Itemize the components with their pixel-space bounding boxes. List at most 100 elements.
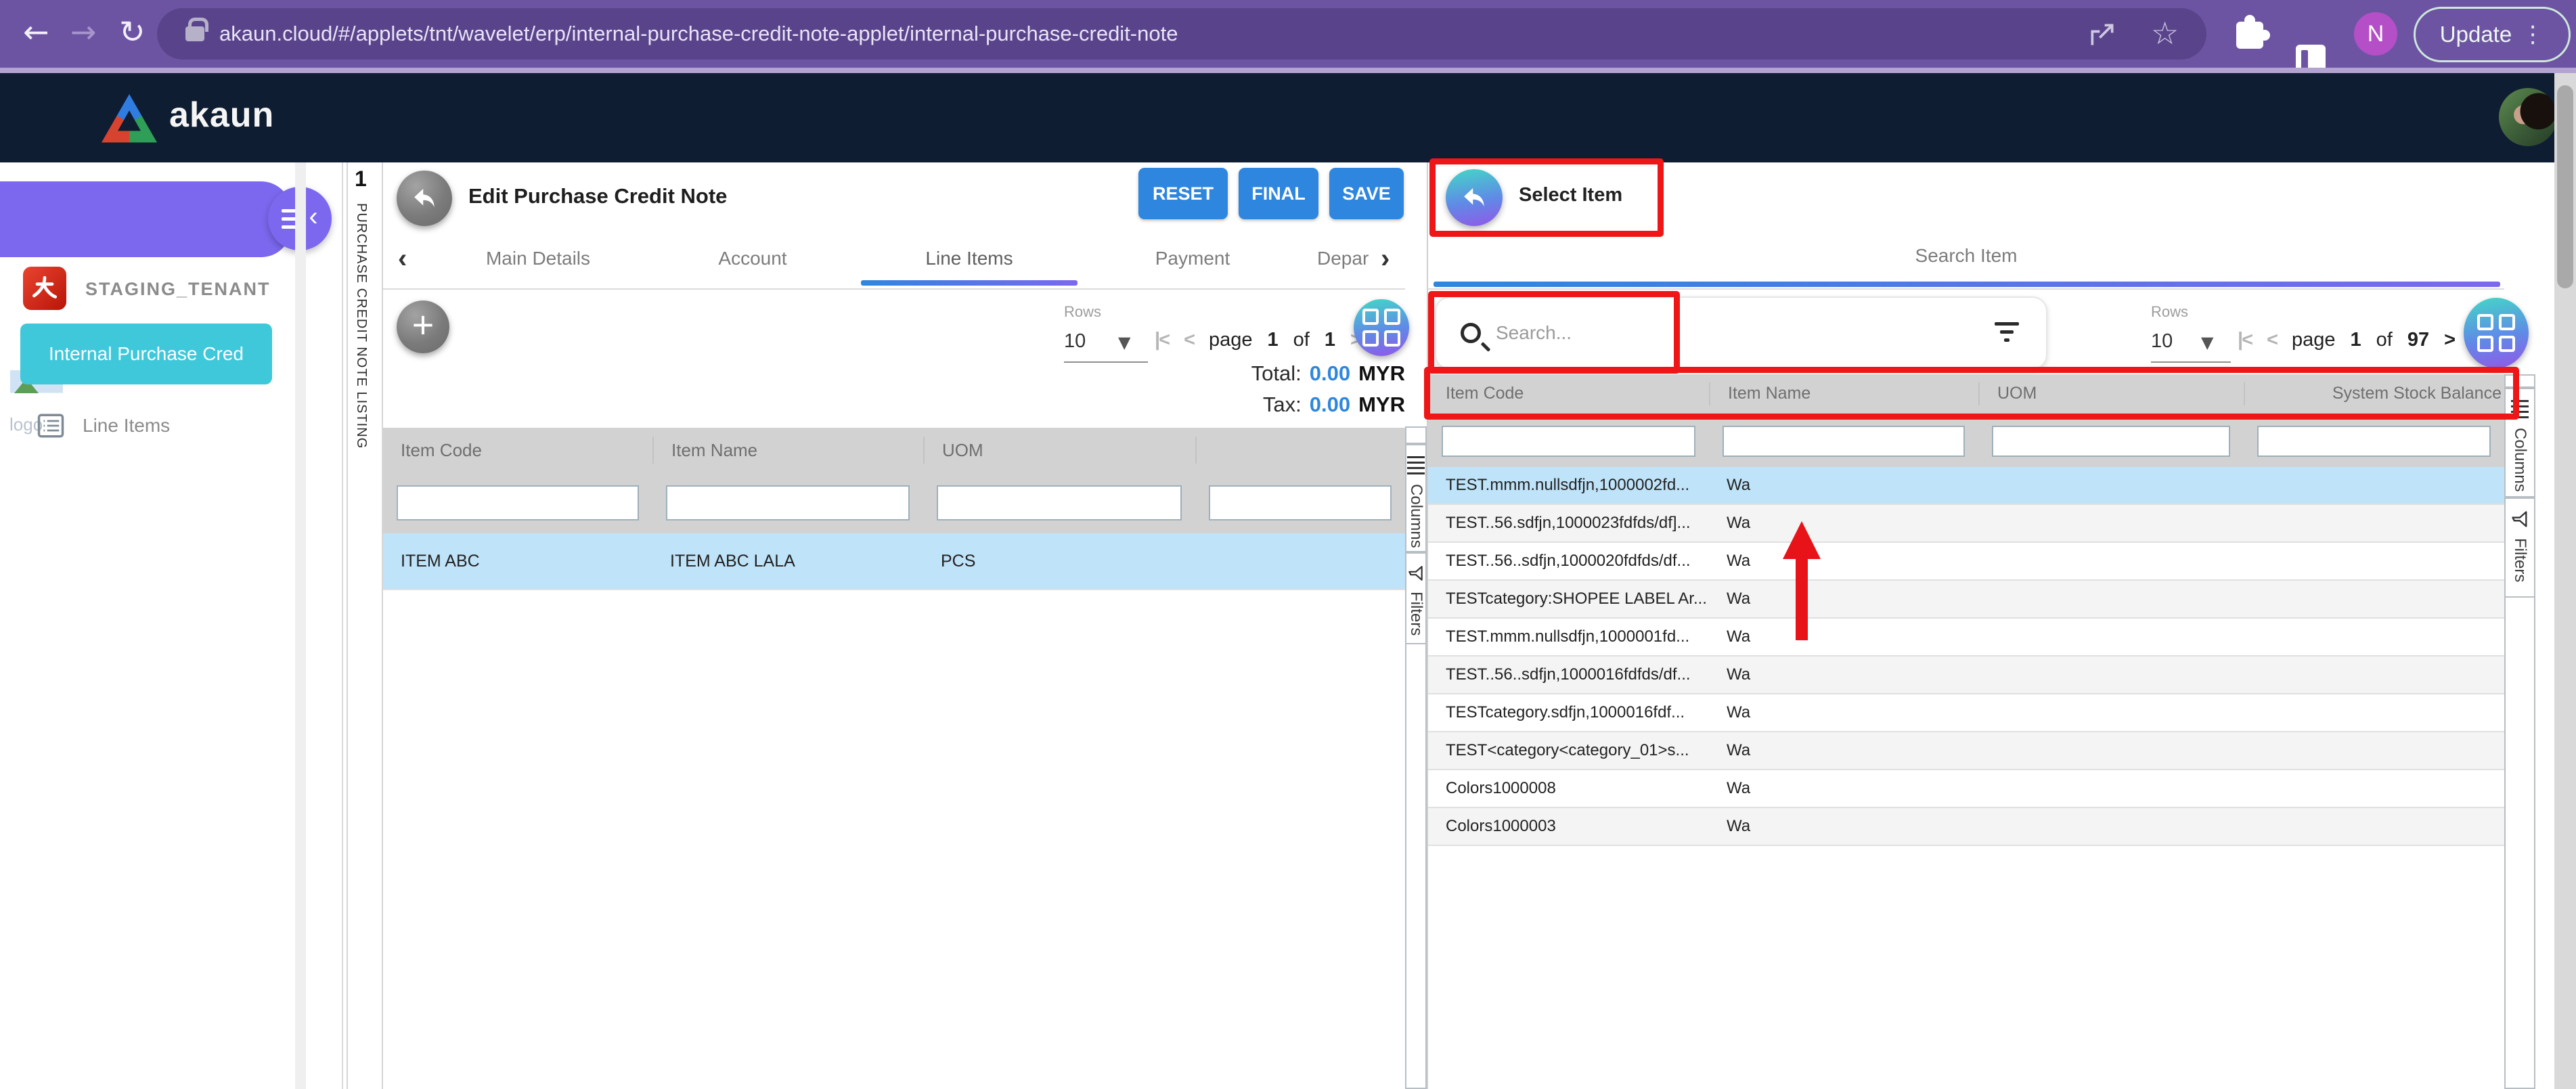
picker-col-uom[interactable]: UOM (1978, 382, 2244, 406)
page-scrollbar-thumb[interactable] (2557, 85, 2573, 288)
line-item-row[interactable]: ITEM ABC ITEM ABC LALA PCS (383, 533, 1405, 590)
filter-extra-input[interactable] (1209, 485, 1392, 520)
sidebar-scrollbar[interactable] (295, 162, 306, 1089)
left-columns-tab[interactable]: Columns (1405, 444, 1427, 552)
first-page-button[interactable]: |< (1155, 329, 1169, 351)
item-code-cell: TEST..56..sdfjn,1000020fdfds/df... (1428, 552, 1709, 571)
picker-grid-icon (2477, 314, 2515, 352)
page-total: 1 (1325, 329, 1335, 351)
browser-bottom-strip (0, 68, 2576, 73)
item-code-cell: TEST.mmm.nullsdfjn,1000001fd... (1428, 627, 1709, 646)
tabs-scroll-right-icon[interactable]: › (1381, 244, 1390, 274)
picker-prev-page-button[interactable]: < (2267, 329, 2277, 351)
tab-account[interactable]: Account (718, 248, 786, 269)
tab-main-details[interactable]: Main Details (486, 248, 590, 269)
tabs-scroll-left-icon[interactable]: ‹ (398, 244, 407, 274)
url-text[interactable]: akaun.cloud/#/applets/tnt/wavelet/erp/in… (219, 22, 1178, 46)
item-row[interactable]: TEST.mmm.nullsdfjn,1000001fd... Wa (1428, 619, 2504, 657)
rows-caret-icon[interactable]: ▼ (1118, 333, 1130, 352)
tab-search-item[interactable]: Search Item (1915, 245, 2018, 267)
right-columns-tab[interactable]: Columns (2504, 388, 2535, 497)
extensions-puzzle-icon[interactable] (2236, 22, 2263, 49)
page-word: page (1209, 329, 1253, 351)
applet-header[interactable]: logo Internal Purchase Credit Note Apple… (0, 181, 291, 257)
item-name-cell: Wa (1709, 703, 1978, 722)
item-code-cell: TEST.mmm.nullsdfjn,1000002fd... (1428, 476, 1709, 495)
share-icon[interactable] (2087, 20, 2117, 50)
picker-rows-select[interactable]: 10 (2151, 330, 2173, 353)
plus-icon: + (412, 306, 435, 344)
filter-item-code-input[interactable] (397, 485, 639, 520)
browser-reload-icon[interactable]: ↻ (119, 16, 146, 47)
brand-name: akaun (169, 95, 274, 135)
item-row[interactable]: Colors1000003 Wa (1428, 808, 2504, 846)
picker-next-page-button[interactable]: > (2444, 329, 2454, 351)
save-button[interactable]: SAVE (1329, 168, 1404, 219)
right-filters-tab[interactable]: Filters (2504, 497, 2535, 598)
address-bar[interactable]: akaun.cloud/#/applets/tnt/wavelet/erp/in… (157, 8, 2206, 60)
item-code-cell: TESTcategory.sdfjn,1000016fdf... (1428, 703, 1709, 722)
col-uom[interactable]: UOM (923, 437, 1195, 464)
picker-col-item-name[interactable]: Item Name (1709, 382, 1978, 406)
tab-line-items[interactable]: Line Items (925, 248, 1013, 269)
search-input[interactable] (1496, 322, 1875, 344)
browser-forward-icon[interactable]: → (70, 16, 97, 47)
item-row[interactable]: TEST..56..sdfjn,1000016fdfds/df... Wa (1428, 657, 2504, 694)
total-currency: MYR (1358, 361, 1405, 386)
layout-grid-button[interactable] (1354, 299, 1409, 356)
picker-filter-item-code-input[interactable] (1442, 426, 1695, 457)
back-button[interactable] (397, 171, 452, 226)
item-row[interactable]: TESTcategory.sdfjn,1000016fdf... Wa (1428, 694, 2504, 732)
sidebar-item-label: Line Items (83, 415, 170, 437)
item-row[interactable]: TESTcategory:SHOPEE LABEL Ar... Wa (1428, 581, 2504, 619)
picker-tabs-divider (1428, 288, 2504, 290)
item-row[interactable]: Colors1000008 Wa (1428, 770, 2504, 808)
tab-department[interactable]: Depar (1317, 248, 1369, 269)
picker-back-button[interactable] (1446, 169, 1503, 226)
browser-menu-icon[interactable]: ⋮ (2521, 21, 2544, 48)
picker-rows-underline (2151, 361, 2231, 363)
add-line-button[interactable]: + (397, 301, 449, 353)
picker-filter-uom-input[interactable] (1992, 426, 2230, 457)
browser-update-button[interactable]: Update ⋮ (2414, 7, 2571, 62)
filter-uom-input[interactable] (937, 485, 1182, 520)
item-name-cell: Wa (1709, 514, 1978, 533)
browser-profile-avatar[interactable]: N (2354, 12, 2397, 55)
item-search-bar[interactable] (1435, 296, 2047, 370)
picker-col-stock-balance[interactable]: System Stock Balance (2244, 382, 2504, 406)
tab-payment[interactable]: Payment (1155, 248, 1230, 269)
browser-back-icon[interactable]: ← (23, 16, 49, 47)
item-row[interactable]: TEST<category<category_01>s... Wa (1428, 732, 2504, 770)
rows-per-page-select[interactable]: 10 (1064, 330, 1086, 353)
picker-page-number: 1 (2351, 329, 2361, 351)
bookmark-star-icon[interactable]: ☆ (2151, 18, 2179, 49)
line-items-table-header: Item Code Item Name UOM (383, 428, 1405, 472)
filter-item-name-input[interactable] (666, 485, 910, 520)
prev-page-button[interactable]: < (1184, 329, 1194, 351)
col-item-name[interactable]: Item Name (652, 437, 923, 464)
left-filters-tab[interactable]: Filters (1405, 552, 1427, 644)
line-items-filter-row (383, 472, 1405, 533)
picker-filter-funnel-icon (2510, 510, 2529, 529)
final-button[interactable]: FINAL (1239, 168, 1318, 219)
picker-filter-stock-input[interactable] (2257, 426, 2491, 457)
cell-item-code: ITEM ABC (383, 552, 652, 571)
reset-button[interactable]: RESET (1138, 168, 1228, 219)
picker-rows-caret-icon[interactable]: ▼ (2201, 333, 2213, 352)
item-row[interactable]: TEST.mmm.nullsdfjn,1000002fd... Wa (1428, 467, 2504, 505)
col-extra[interactable] (1195, 437, 1405, 464)
picker-filter-item-name-input[interactable] (1723, 426, 1965, 457)
col-item-code[interactable]: Item Code (383, 437, 652, 464)
picker-col-item-code[interactable]: Item Code (1428, 382, 1709, 406)
user-avatar[interactable] (2499, 88, 2557, 146)
sidebar-item-line-items[interactable]: Line Items (37, 412, 170, 440)
module-button[interactable]: Internal Purchase Cred (20, 324, 272, 384)
sort-filter-icon[interactable] (1995, 322, 2019, 342)
total-line: Total: 0.00 MYR (809, 361, 1405, 386)
picker-layout-grid-button[interactable] (2464, 298, 2529, 368)
active-tab-underline (861, 280, 1078, 286)
item-row[interactable]: TEST..56..sdfjn,1000020fdfds/df... Wa (1428, 543, 2504, 581)
item-row[interactable]: TEST..56.sdfjn,1000023fdfds/df]... Wa (1428, 505, 2504, 543)
tenant-logo-icon[interactable] (23, 267, 66, 310)
picker-first-page-button[interactable]: |< (2238, 329, 2252, 351)
